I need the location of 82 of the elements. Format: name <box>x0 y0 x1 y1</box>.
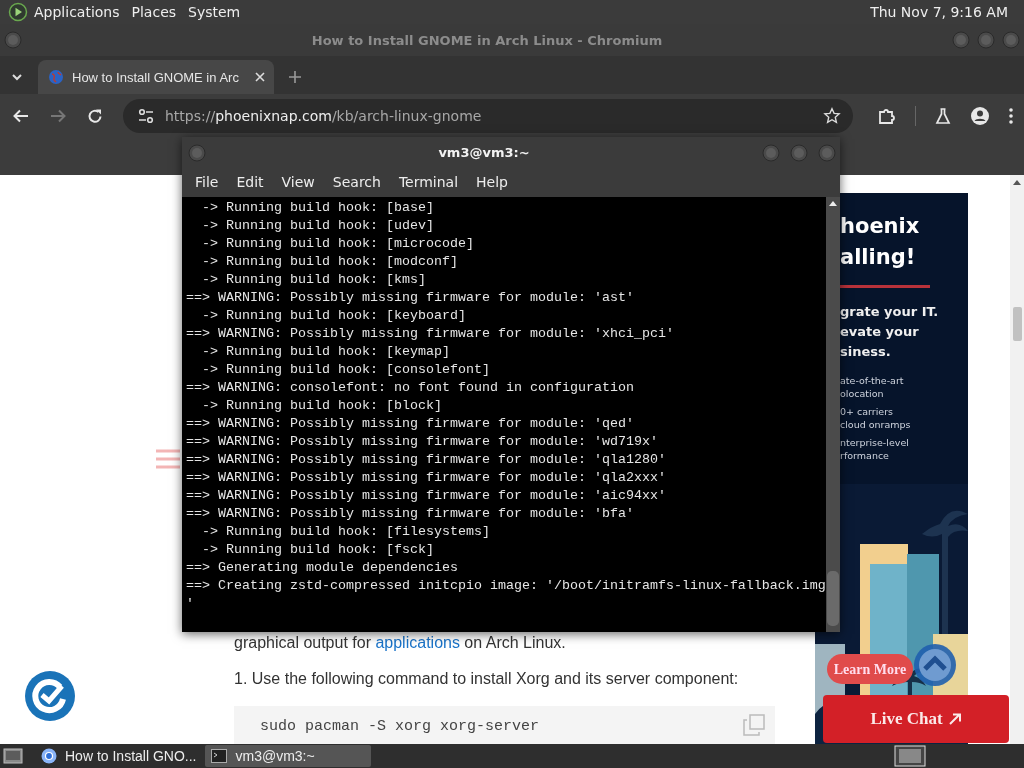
plus-icon[interactable] <box>288 70 302 84</box>
panel-menu[interactable]: System <box>184 4 249 20</box>
live-chat-button[interactable]: Live Chat <box>823 695 1009 743</box>
arrow-up-right-icon <box>947 712 962 726</box>
terminal-line: -> Running build hook: [consolefont] <box>201 361 491 379</box>
taskbar-button[interactable]: vm3@vm3:~ <box>205 745 372 767</box>
ad-text: grate your IT. <box>840 303 940 321</box>
tune-icon[interactable] <box>137 107 155 125</box>
workspace-switcher-icon[interactable] <box>894 745 926 767</box>
window-title: How to Install GNOME in Arch Linux - Chromium <box>310 32 664 48</box>
terminal-line: -> Running build hook: [modconf] <box>201 253 459 271</box>
ad-text: rformance <box>840 449 890 462</box>
browser-icon <box>41 748 57 764</box>
terminal-line: ==> WARNING: Possibly missing firmware for module: 'wd719x' <box>186 433 659 451</box>
terminal-line: ==> WARNING: consolefont: no font found in configuration <box>186 379 635 397</box>
ad-text: evate your <box>840 323 920 341</box>
close-icon[interactable] <box>254 71 266 83</box>
ad-heading: alling! <box>840 244 917 271</box>
browser-tab[interactable]: How to Install GNOME in Arc <box>38 60 274 94</box>
terminal-line: ==> WARNING: Possibly missing firmware for module: 'qed' <box>186 415 635 433</box>
terminal-line: ==> WARNING: Possibly missing firmware for module: 'qla1280' <box>186 451 667 469</box>
ad-text: nterprise-level <box>840 436 910 449</box>
arrow-up-icon[interactable] <box>829 200 837 206</box>
ad-heading: hoenix <box>840 213 921 240</box>
terminal-line: -> Running build hook: [keyboard] <box>201 307 467 325</box>
terminal-line: -> Running build hook: [filesystems] <box>201 523 491 541</box>
terminal-line: ==> WARNING: Possibly missing firmware for module: 'xhci_pci' <box>186 325 675 343</box>
terminal-line: -> Running build hook: [keymap] <box>201 343 451 361</box>
play-logo-icon[interactable] <box>8 2 28 22</box>
ad-text: cloud onramps <box>840 418 912 431</box>
panel-menu[interactable]: Applications <box>30 4 128 20</box>
scrollbar-thumb[interactable] <box>827 571 839 626</box>
taskbar-button[interactable]: How to Install GNO... <box>35 745 203 767</box>
menu-item[interactable]: Help <box>467 173 517 190</box>
tab-title: How to Install GNOME in Arc <box>72 69 240 85</box>
url-text: https://phoenixnap.com/kb/arch-linux-gnome <box>165 108 483 124</box>
scrollbar[interactable] <box>826 197 840 632</box>
ad-text: ate-of-the-art <box>840 374 905 387</box>
menu-item[interactable]: Terminal <box>389 173 468 190</box>
paragraph: graphical output for applications on Arch Linux. <box>234 633 567 653</box>
lines-icon <box>155 448 181 470</box>
terminal-line: -> Running build hook: [block] <box>201 397 443 415</box>
flask-icon[interactable] <box>934 107 952 125</box>
terminal-line: -> Running build hook: [microcode] <box>201 235 475 253</box>
terminal-line: ==> WARNING: Possibly missing firmware for module: 'bfa' <box>186 505 635 523</box>
terminal-line: -> Running build hook: [udev] <box>201 217 435 235</box>
menu-item[interactable]: Edit <box>227 173 273 190</box>
menu-item[interactable]: File <box>186 173 228 190</box>
terminal-line: ' <box>186 595 195 613</box>
globe-icon <box>48 69 64 85</box>
scroll-top-icon[interactable] <box>913 643 957 687</box>
check-logo-icon[interactable] <box>24 670 76 722</box>
terminal-line: -> Running build hook: [fsck] <box>201 541 435 559</box>
menu-item[interactable]: Search <box>323 173 390 190</box>
arrow-up-icon[interactable] <box>1013 179 1021 185</box>
ad-text: olocation <box>840 387 885 400</box>
back-icon[interactable] <box>12 107 30 125</box>
terminal-line: ==> WARNING: Possibly missing firmware for module: 'ast' <box>186 289 635 307</box>
code-block: sudo pacman -S xorg xorg-server <box>234 706 775 744</box>
desktop-icon[interactable] <box>3 747 23 765</box>
scrollbar-thumb[interactable] <box>1012 307 1022 341</box>
terminal-line: -> Running build hook: [base] <box>201 199 435 217</box>
terminal-line: ==> WARNING: Possibly missing firmware for module: 'aic94xx' <box>186 487 667 505</box>
link[interactable]: applications <box>375 634 460 651</box>
paragraph: 1. Use the following command to install Xorg and its server component: <box>234 669 740 689</box>
clock: Thu Nov 7, 9:16 AM <box>869 4 1009 20</box>
ad-text: 0+ carriers <box>840 405 895 418</box>
terminal-line: ==> Generating module dependencies <box>186 559 459 577</box>
puzzle-icon[interactable] <box>877 106 897 126</box>
terminal-icon <box>211 748 228 764</box>
scrollbar[interactable] <box>1010 175 1024 744</box>
address-bar[interactable]: https://phoenixnap.com/kb/arch-linux-gnome <box>123 99 853 133</box>
panel-menu[interactable]: Places <box>127 4 185 20</box>
menu-item[interactable]: View <box>272 173 324 190</box>
star-icon[interactable] <box>823 107 841 125</box>
ad-text: siness. <box>840 343 892 361</box>
reload-icon[interactable] <box>86 107 104 125</box>
terminal-line: -> Running build hook: [kms] <box>201 271 427 289</box>
profile-icon[interactable] <box>970 106 990 126</box>
more-icon[interactable] <box>1008 107 1014 125</box>
terminal-line: ==> WARNING: Possibly missing firmware for module: 'qla2xxx' <box>186 469 667 487</box>
window-title: vm3@vm3:~ <box>437 145 531 160</box>
